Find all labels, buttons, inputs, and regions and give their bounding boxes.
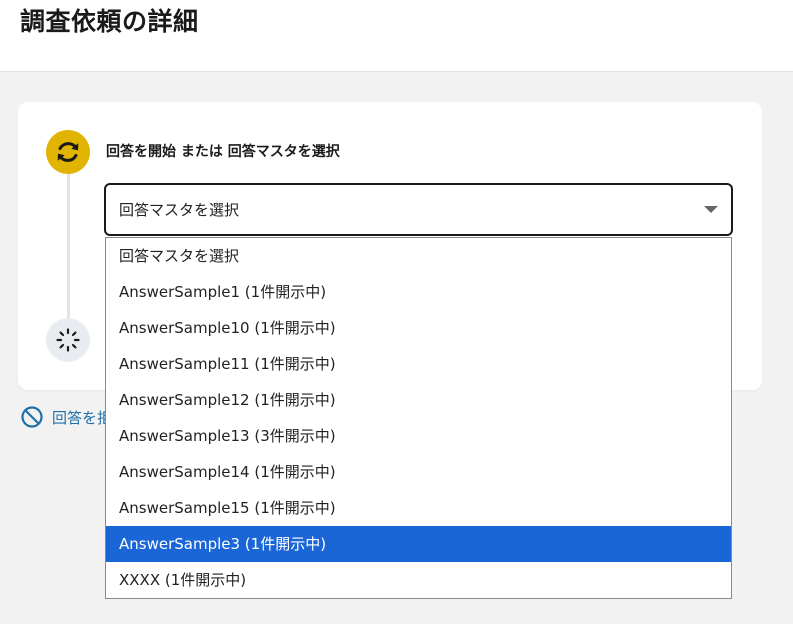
answer-master-options: 回答マスタを選択 AnswerSample1 (1件開示中) AnswerSam… xyxy=(105,237,732,599)
answer-master-select[interactable]: 回答マスタを選択 xyxy=(104,183,733,236)
chevron-down-icon xyxy=(704,206,718,213)
step-active-indicator xyxy=(46,130,90,174)
refresh-icon xyxy=(57,142,79,162)
no-entry-icon xyxy=(21,406,43,428)
dropdown-option-highlighted[interactable]: AnswerSample3 (1件開示中) xyxy=(106,526,731,562)
dropdown-option[interactable]: AnswerSample12 (1件開示中) xyxy=(106,382,731,418)
decline-answer-label: 回答を拒否 xyxy=(52,408,108,427)
step-label: 回答を開始 または 回答マスタを選択 xyxy=(106,144,340,160)
dropdown-option[interactable]: XXXX (1件開示中) xyxy=(106,562,731,598)
dropdown-option[interactable]: AnswerSample14 (1件開示中) xyxy=(106,454,731,490)
page-header: 調査依頼の詳細 xyxy=(0,0,793,72)
dropdown-option[interactable]: AnswerSample10 (1件開示中) xyxy=(106,310,731,346)
dropdown-option[interactable]: 回答マスタを選択 xyxy=(106,238,731,274)
loading-spinner-icon xyxy=(56,328,80,352)
decline-answer-link[interactable]: 回答を拒否 xyxy=(20,405,108,429)
step-pending-indicator xyxy=(46,318,90,362)
page-title: 調査依頼の詳細 xyxy=(20,7,199,36)
dropdown-option[interactable]: AnswerSample15 (1件開示中) xyxy=(106,490,731,526)
dropdown-option[interactable]: AnswerSample1 (1件開示中) xyxy=(106,274,731,310)
timeline-line xyxy=(67,172,70,322)
dropdown-option[interactable]: AnswerSample13 (3件開示中) xyxy=(106,418,731,454)
dropdown-option[interactable]: AnswerSample11 (1件開示中) xyxy=(106,346,731,382)
answer-master-select-value: 回答マスタを選択 xyxy=(119,201,240,219)
